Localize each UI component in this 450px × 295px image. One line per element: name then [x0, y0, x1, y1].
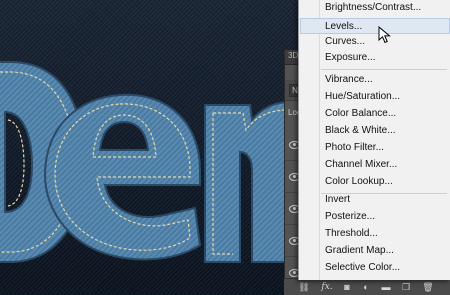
- menu-item-vibrance[interactable]: Vibrance...: [300, 72, 450, 88]
- mouse-cursor-icon: [378, 26, 391, 44]
- menu-item-photo-filter[interactable]: Photo Filter...: [300, 140, 450, 156]
- menu-item-threshold[interactable]: Threshold...: [300, 226, 450, 242]
- menu-separator: [321, 69, 447, 70]
- menu-item-brightness-contrast[interactable]: Brightness/Contrast...: [300, 0, 450, 16]
- tab-3d[interactable]: 3D: [288, 51, 298, 60]
- add-mask-icon[interactable]: ◙: [341, 281, 353, 293]
- new-layer-icon[interactable]: ❐: [400, 281, 412, 293]
- adjustment-layer-menu: Brightness/Contrast... Levels... Curves.…: [298, 0, 450, 280]
- layers-bottom-bar: ⛓ fx. ◙ ◐ ▬ ❐ 🗑: [284, 278, 450, 295]
- fx-button[interactable]: fx.: [320, 281, 334, 293]
- menu-item-levels[interactable]: Levels...: [300, 18, 450, 34]
- menu-item-posterize[interactable]: Posterize...: [300, 209, 450, 225]
- menu-item-channel-mixer[interactable]: Channel Mixer...: [300, 157, 450, 173]
- new-adjustment-layer-icon[interactable]: ◐: [360, 281, 372, 293]
- letter-e: [43, 93, 202, 261]
- menu-item-selective-color[interactable]: Selective Color...: [300, 260, 450, 276]
- new-group-icon[interactable]: ▬: [380, 281, 392, 293]
- menu-item-hue-saturation[interactable]: Hue/Saturation...: [300, 89, 450, 105]
- delete-layer-icon[interactable]: 🗑: [422, 281, 434, 293]
- link-layers-icon[interactable]: ⛓: [298, 281, 310, 293]
- menu-item-color-lookup[interactable]: Color Lookup...: [300, 174, 450, 190]
- menu-item-exposure[interactable]: Exposure...: [300, 50, 450, 66]
- menu-item-invert[interactable]: Invert: [300, 192, 450, 208]
- menu-item-curves[interactable]: Curves...: [300, 34, 450, 50]
- menu-item-black-white[interactable]: Black & White...: [300, 123, 450, 139]
- letter-n: [204, 100, 291, 263]
- menu-item-color-balance[interactable]: Color Balance...: [300, 106, 450, 122]
- menu-item-gradient-map[interactable]: Gradient Map...: [300, 243, 450, 259]
